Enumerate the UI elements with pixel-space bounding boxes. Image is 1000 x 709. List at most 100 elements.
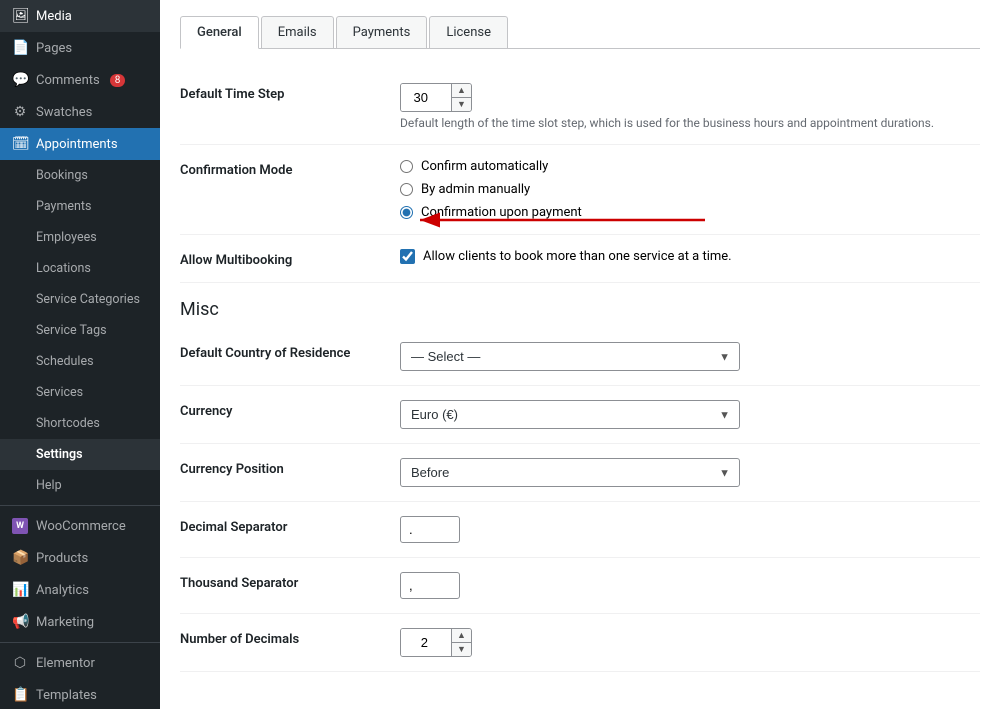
- sidebar-item-shortcodes[interactable]: Shortcodes: [0, 408, 160, 439]
- country-select[interactable]: — Select —: [400, 342, 740, 371]
- sidebar-item-templates[interactable]: 📋 Templates: [0, 679, 160, 709]
- multibooking-hint: Allow clients to book more than one serv…: [423, 249, 732, 264]
- sidebar-item-services[interactable]: Services: [0, 377, 160, 408]
- number-decimals-increment[interactable]: ▲: [452, 629, 471, 643]
- currency-select-wrap: Euro (€) ▼: [400, 400, 740, 429]
- sidebar-item-label: Employees: [36, 230, 97, 245]
- country-label: Default Country of Residence: [180, 342, 400, 361]
- confirmation-mode-radio-group: Confirm automatically By admin manually …: [400, 159, 980, 220]
- country-select-wrap: — Select — ▼: [400, 342, 740, 371]
- sidebar-item-woocommerce[interactable]: W WooCommerce: [0, 510, 160, 542]
- form-row-country: Default Country of Residence — Select — …: [180, 328, 980, 386]
- time-step-spinners: ▲ ▼: [451, 84, 471, 111]
- sidebar-item-bookings[interactable]: Bookings: [0, 160, 160, 191]
- currency-position-select[interactable]: Before: [400, 458, 740, 487]
- form-row-number-decimals: Number of Decimals ▲ ▼: [180, 614, 980, 672]
- sidebar-item-comments[interactable]: 💬 Comments 8: [0, 64, 160, 96]
- radio-payment[interactable]: Confirmation upon payment: [400, 205, 980, 220]
- decimal-separator-label: Decimal Separator: [180, 516, 400, 535]
- thousand-separator-input[interactable]: [400, 572, 460, 599]
- sidebar-item-help[interactable]: Help: [0, 470, 160, 501]
- currency-select[interactable]: Euro (€): [400, 400, 740, 429]
- appointments-icon: 🗓: [12, 136, 28, 152]
- sidebar-item-label: Services: [36, 385, 83, 400]
- radio-manual[interactable]: By admin manually: [400, 182, 980, 197]
- thousand-separator-control: [400, 572, 980, 599]
- multibooking-checkbox[interactable]: [400, 249, 415, 264]
- tab-general[interactable]: General: [180, 16, 259, 49]
- form-row-confirmation-mode: Confirmation Mode Confirm automatically …: [180, 145, 980, 235]
- settings-page: General Emails Payments License Default …: [160, 0, 1000, 709]
- decimal-separator-control: [400, 516, 980, 543]
- tab-license[interactable]: License: [429, 16, 508, 48]
- sidebar-item-locations[interactable]: Locations: [0, 253, 160, 284]
- sidebar-item-label: Service Tags: [36, 323, 107, 338]
- sidebar-item-label: Service Categories: [36, 292, 140, 307]
- radio-manual-input[interactable]: [400, 183, 413, 196]
- sidebar-item-label: Bookings: [36, 168, 88, 183]
- analytics-icon: 📊: [12, 582, 28, 598]
- number-decimals-input[interactable]: [401, 629, 451, 656]
- sidebar-item-label: Settings: [36, 447, 83, 462]
- main-content: General Emails Payments License Default …: [160, 0, 1000, 709]
- time-step-input[interactable]: [401, 84, 451, 111]
- form-row-decimal-separator: Decimal Separator: [180, 502, 980, 558]
- products-icon: 📦: [12, 550, 28, 566]
- sidebar-item-label: Help: [36, 478, 62, 493]
- time-step-increment[interactable]: ▲: [452, 84, 471, 98]
- radio-auto[interactable]: Confirm automatically: [400, 159, 980, 174]
- sidebar-item-label: Elementor: [36, 656, 95, 671]
- sidebar-item-schedules[interactable]: Schedules: [0, 346, 160, 377]
- number-decimals-input-wrap: ▲ ▼: [400, 628, 472, 657]
- form-row-thousand-separator: Thousand Separator: [180, 558, 980, 614]
- sidebar-item-service-categories[interactable]: Service Categories: [0, 284, 160, 315]
- sidebar-item-label: Appointments: [36, 137, 118, 152]
- sidebar-item-appointments[interactable]: 🗓 Appointments: [0, 128, 160, 160]
- sidebar-item-payments[interactable]: Payments: [0, 191, 160, 222]
- sidebar-item-service-tags[interactable]: Service Tags: [0, 315, 160, 346]
- thousand-separator-label: Thousand Separator: [180, 572, 400, 591]
- confirmation-mode-label: Confirmation Mode: [180, 159, 400, 178]
- radio-auto-label: Confirm automatically: [421, 159, 548, 174]
- tab-payments[interactable]: Payments: [336, 16, 428, 48]
- currency-label: Currency: [180, 400, 400, 419]
- sidebar-item-label: Swatches: [36, 105, 92, 120]
- sidebar-item-label: Payments: [36, 199, 91, 214]
- tab-emails[interactable]: Emails: [261, 16, 334, 48]
- sidebar-item-label: Products: [36, 551, 88, 566]
- sidebar-item-label: Templates: [36, 688, 97, 703]
- sidebar: 🖼 Media 📄 Pages 💬 Comments 8 ⚙ Swatches …: [0, 0, 160, 709]
- sidebar-item-settings[interactable]: Settings: [0, 439, 160, 470]
- woocommerce-icon: W: [12, 518, 28, 534]
- sidebar-item-swatches[interactable]: ⚙ Swatches: [0, 96, 160, 128]
- sidebar-item-marketing[interactable]: 📢 Marketing: [0, 606, 160, 638]
- comments-badge: 8: [110, 74, 126, 87]
- currency-position-label: Currency Position: [180, 458, 400, 477]
- number-decimals-decrement[interactable]: ▼: [452, 643, 471, 656]
- time-step-decrement[interactable]: ▼: [452, 98, 471, 111]
- sidebar-divider-1: [0, 505, 160, 506]
- sidebar-item-label: Analytics: [36, 583, 89, 598]
- radio-auto-input[interactable]: [400, 160, 413, 173]
- number-decimals-control: ▲ ▼: [400, 628, 980, 657]
- sidebar-item-media[interactable]: 🖼 Media: [0, 0, 160, 32]
- misc-heading: Misc: [180, 283, 980, 328]
- sidebar-item-products[interactable]: 📦 Products: [0, 542, 160, 574]
- sidebar-item-employees[interactable]: Employees: [0, 222, 160, 253]
- sidebar-item-pages[interactable]: 📄 Pages: [0, 32, 160, 64]
- comments-icon: 💬: [12, 72, 28, 88]
- radio-payment-input[interactable]: [400, 206, 413, 219]
- marketing-icon: 📢: [12, 614, 28, 630]
- sidebar-item-label: Shortcodes: [36, 416, 100, 431]
- multibooking-control: Allow clients to book more than one serv…: [400, 249, 980, 264]
- time-step-control: ▲ ▼ Default length of the time slot step…: [400, 83, 980, 130]
- sidebar-item-analytics[interactable]: 📊 Analytics: [0, 574, 160, 606]
- currency-position-control: Before ▼: [400, 458, 980, 487]
- sidebar-item-label: Pages: [36, 41, 72, 56]
- sidebar-divider-2: [0, 642, 160, 643]
- sidebar-item-label: Schedules: [36, 354, 94, 369]
- sidebar-item-elementor[interactable]: ⬡ Elementor: [0, 647, 160, 679]
- settings-tabs: General Emails Payments License: [180, 16, 980, 49]
- multibooking-checkbox-label[interactable]: Allow clients to book more than one serv…: [400, 249, 980, 264]
- decimal-separator-input[interactable]: [400, 516, 460, 543]
